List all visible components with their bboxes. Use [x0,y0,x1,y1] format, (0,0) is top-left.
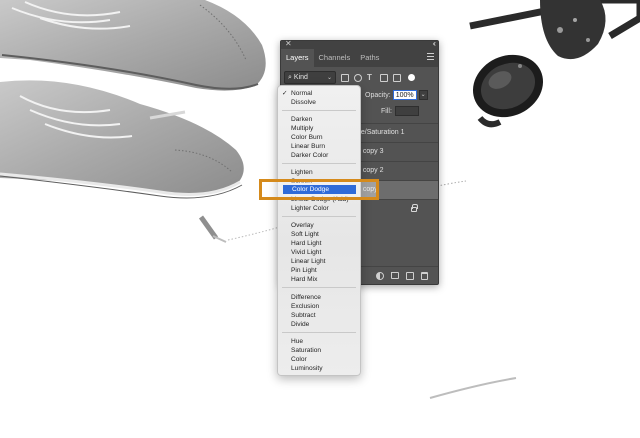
menu-item-linear-light[interactable]: Linear Light [278,257,360,266]
menu-item-hard-light[interactable]: Hard Light [278,239,360,248]
opacity-input[interactable]: 100% [392,90,417,100]
shape-filter-icon[interactable] [380,73,388,82]
opacity-control: Opacity: 100% ⌄ [365,89,428,101]
menu-item-color-burn[interactable]: Color Burn [278,133,360,142]
fill-control: Fill: [381,105,419,117]
menu-separator [282,287,356,288]
menu-item-lighter-color[interactable]: Lighter Color [278,204,360,213]
fill-label: Fill: [381,107,392,115]
menu-item-overlay[interactable]: Overlay [278,221,360,230]
filter-kind-label: Kind [293,74,308,81]
panel-menu-icon[interactable] [427,53,434,62]
menu-item-exclusion[interactable]: Exclusion [278,302,360,311]
menu-item-color-dodge[interactable]: Color Dodge [283,185,356,194]
panel-tabs: Layers Channels Paths [281,49,438,67]
fill-input[interactable] [394,106,419,116]
menu-item-soft-light[interactable]: Soft Light [278,230,360,239]
menu-separator [282,332,356,333]
menu-item-hard-mix[interactable]: Hard Mix [278,275,360,284]
pixel-filter-icon[interactable] [341,73,349,82]
sunglasses [469,0,640,128]
menu-item-multiply[interactable]: Multiply [278,124,360,133]
new-group-icon[interactable] [391,272,399,279]
smart-object-filter-icon[interactable] [393,73,401,82]
panel-title-bar: ✕ ‹‹ [281,39,438,49]
opacity-dropdown-icon[interactable]: ⌄ [418,90,428,100]
menu-separator [282,216,356,217]
color-dodge-callout: Color Dodge [259,179,379,200]
shoe-top [0,0,266,91]
menu-separator [282,163,356,164]
filter-toggle-icon[interactable] [408,74,415,81]
collapse-icon[interactable]: ‹‹ [433,39,437,48]
search-icon: ⌕ [288,73,292,81]
tab-channels[interactable]: Channels [314,49,356,67]
menu-item-dissolve[interactable]: Dissolve [278,98,360,107]
menu-separator [282,110,356,111]
layer-name: ue/Saturation 1 [357,129,405,136]
adjustment-filter-icon[interactable] [354,73,362,82]
trash-icon[interactable] [421,271,428,280]
menu-item-pin-light[interactable]: Pin Light [278,266,360,275]
menu-item-saturation[interactable]: Saturation [278,346,360,355]
blend-mode-menu: Normal Dissolve Darken Multiply Color Bu… [277,85,361,376]
close-icon[interactable]: ✕ [285,39,292,48]
menu-item-darken[interactable]: Darken [278,115,360,124]
menu-item-subtract[interactable]: Subtract [278,311,360,320]
new-adjustment-layer-icon[interactable] [376,271,384,280]
menu-item-divide[interactable]: Divide [278,320,360,329]
tab-paths[interactable]: Paths [355,49,384,67]
menu-item-linear-burn[interactable]: Linear Burn [278,142,360,151]
menu-item-luminosity[interactable]: Luminosity [278,364,360,373]
new-layer-icon[interactable] [406,271,414,280]
layer-filter-row: ⌕ Kind ⌄ T [284,71,435,84]
menu-item-difference[interactable]: Difference [278,293,360,302]
menu-item-normal[interactable]: Normal [278,89,360,98]
menu-item-color[interactable]: Color [278,355,360,364]
lock-icon [411,204,418,212]
opacity-label: Opacity: [365,91,391,99]
chevron-down-icon: ⌄ [326,75,332,81]
floor-shadow [429,377,517,399]
menu-item-hue[interactable]: Hue [278,337,360,346]
menu-item-lighten[interactable]: Lighten [278,168,360,177]
type-filter-icon[interactable]: T [367,73,375,82]
tab-layers[interactable]: Layers [281,49,314,67]
menu-item-darker-color[interactable]: Darker Color [278,151,360,160]
menu-item-vivid-light[interactable]: Vivid Light [278,248,360,257]
shoe-bottom [0,80,244,199]
filter-kind-select[interactable]: ⌕ Kind ⌄ [284,71,336,84]
